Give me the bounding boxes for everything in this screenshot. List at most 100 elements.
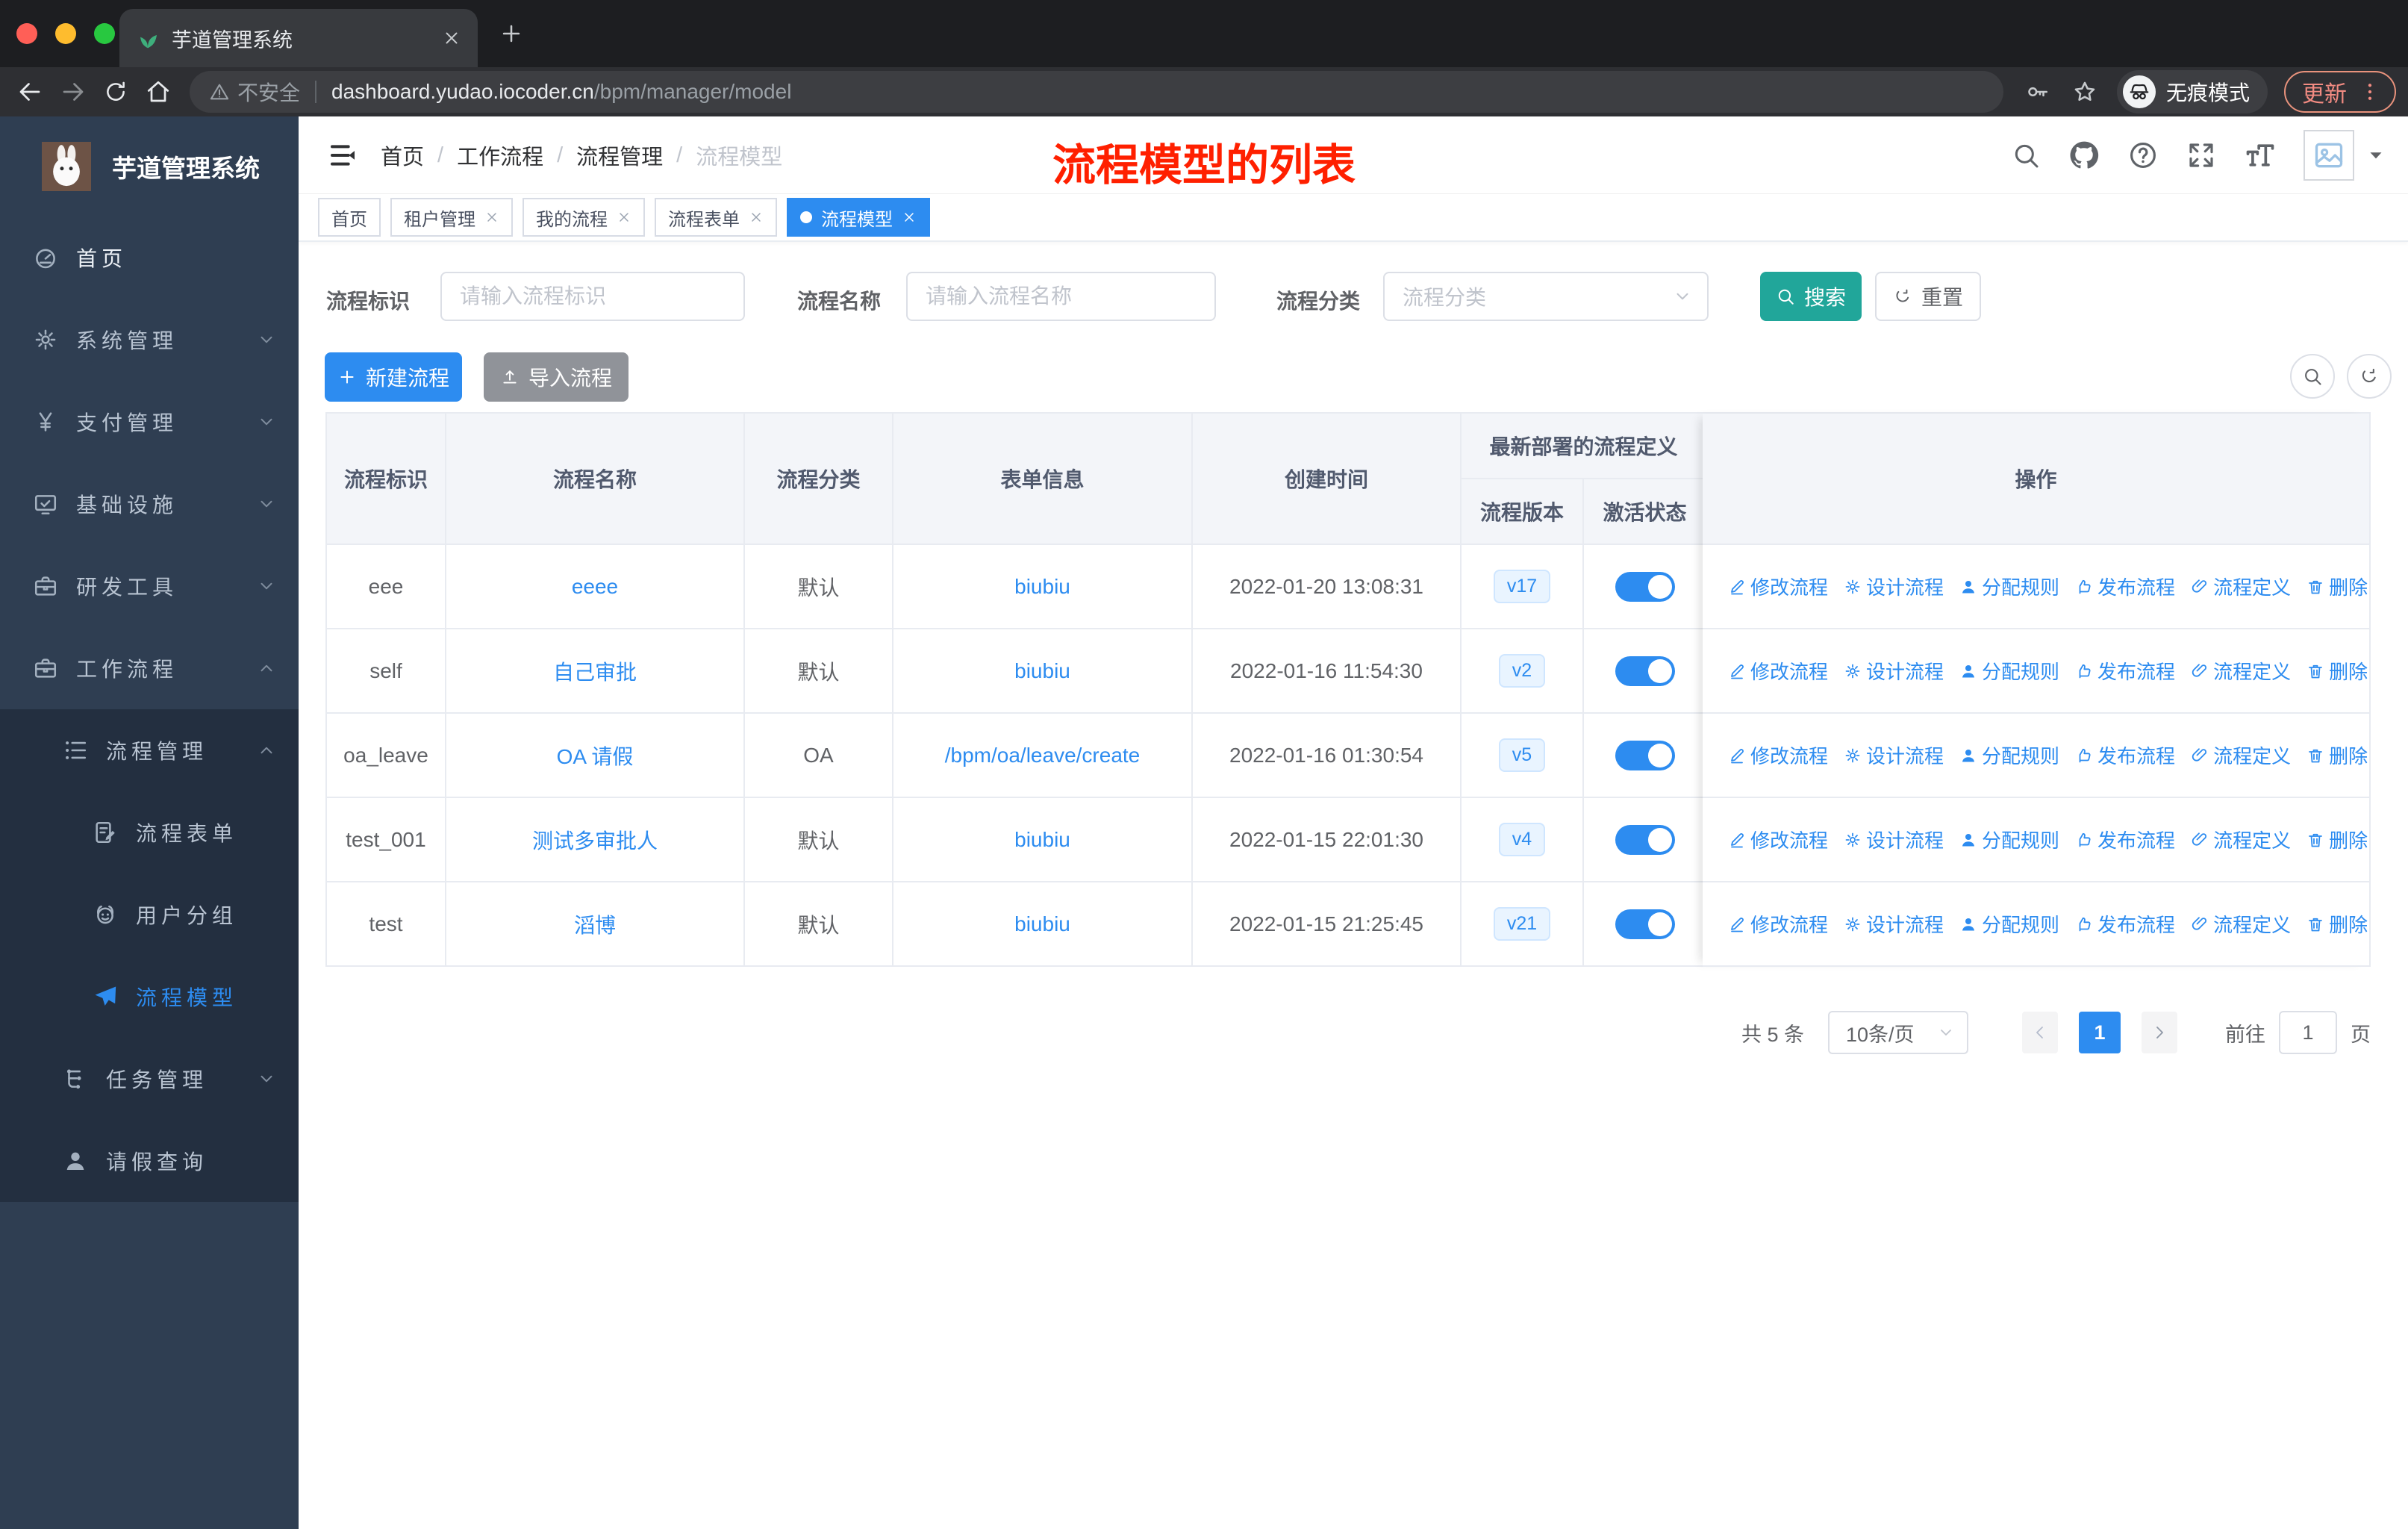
font-size-icon[interactable]	[2244, 139, 2277, 172]
sidebar-item-infra[interactable]: 基础设施	[0, 463, 299, 545]
cell-name-link[interactable]: OA 请假	[557, 741, 634, 770]
maximize-window-button[interactable]	[94, 23, 115, 44]
import-process-button[interactable]: 导入流程	[484, 352, 628, 402]
sidebar-item-system[interactable]: 系统管理	[0, 299, 299, 381]
key-icon[interactable]	[2024, 79, 2050, 105]
op-process-definition[interactable]: 流程定义	[2191, 826, 2291, 853]
bookmark-star-icon[interactable]	[2072, 79, 2097, 105]
tag-tenant[interactable]: 租户管理	[390, 198, 513, 237]
version-tag[interactable]: v5	[1498, 738, 1546, 772]
sidebar-item-user-group[interactable]: 用户分组	[0, 874, 299, 956]
search-icon[interactable]	[2011, 140, 2041, 170]
fullscreen-icon[interactable]	[2186, 140, 2217, 171]
op-delete[interactable]: 删除	[2306, 657, 2368, 685]
active-toggle[interactable]	[1615, 571, 1675, 602]
sidebar-item-task-mgmt[interactable]: 任务管理	[0, 1038, 299, 1120]
op-delete[interactable]: 删除	[2306, 573, 2368, 600]
minimize-window-button[interactable]	[55, 23, 76, 44]
cell-form-link[interactable]: /bpm/oa/leave/create	[945, 744, 1141, 767]
tag-my-process[interactable]: 我的流程	[523, 198, 645, 237]
op-publish-process[interactable]: 发布流程	[2075, 826, 2175, 853]
show-search-toggle-button[interactable]	[2290, 354, 2335, 399]
new-tab-button[interactable]	[499, 21, 524, 46]
op-edit-process[interactable]: 修改流程	[1728, 657, 1828, 685]
tag-close-icon[interactable]	[484, 210, 499, 225]
page-number-1[interactable]: 1	[2079, 1012, 2121, 1053]
sidebar-item-workflow[interactable]: 工作流程	[0, 627, 299, 709]
version-tag[interactable]: v17	[1493, 570, 1551, 603]
filter-name-input[interactable]	[906, 272, 1216, 321]
reset-button[interactable]: 重置	[1875, 272, 1981, 321]
active-toggle[interactable]	[1615, 740, 1675, 770]
breadcrumb-workflow[interactable]: 工作流程	[457, 140, 543, 171]
cell-form-link[interactable]: biubiu	[1014, 912, 1070, 936]
version-tag[interactable]: v2	[1498, 654, 1546, 688]
op-process-definition[interactable]: 流程定义	[2191, 910, 2291, 938]
op-edit-process[interactable]: 修改流程	[1728, 826, 1828, 853]
sidebar-logo[interactable]: 芋道管理系统	[0, 116, 299, 217]
active-toggle[interactable]	[1615, 824, 1675, 855]
breadcrumb-process-mgmt[interactable]: 流程管理	[576, 140, 663, 171]
sidebar-item-process-mgmt[interactable]: 流程管理	[0, 709, 299, 791]
tag-close-icon[interactable]	[749, 210, 764, 225]
filter-category-select[interactable]: 流程分类	[1383, 272, 1709, 321]
cell-form-link[interactable]: biubiu	[1014, 828, 1070, 852]
search-button[interactable]: 搜索	[1760, 272, 1862, 321]
op-design-process[interactable]: 设计流程	[1844, 826, 1944, 853]
avatar[interactable]	[2303, 130, 2354, 181]
op-assign-rule[interactable]: 分配规则	[1959, 910, 2059, 938]
op-assign-rule[interactable]: 分配规则	[1959, 741, 2059, 769]
tab-close-icon[interactable]	[442, 28, 461, 48]
op-assign-rule[interactable]: 分配规则	[1959, 826, 2059, 853]
op-assign-rule[interactable]: 分配规则	[1959, 573, 2059, 600]
tag-process-model[interactable]: 流程模型	[787, 198, 930, 237]
update-chip[interactable]: 更新	[2284, 71, 2396, 113]
version-tag[interactable]: v4	[1498, 823, 1546, 856]
op-publish-process[interactable]: 发布流程	[2075, 657, 2175, 685]
close-window-button[interactable]	[16, 23, 37, 44]
cell-name-link[interactable]: 滔博	[574, 909, 616, 939]
prev-page-button[interactable]	[2022, 1012, 2058, 1053]
home-icon[interactable]	[145, 78, 172, 105]
page-size-select[interactable]: 10条/页	[1828, 1011, 1968, 1054]
sidebar-item-process-model[interactable]: 流程模型	[0, 956, 299, 1038]
op-delete[interactable]: 删除	[2306, 910, 2368, 938]
next-page-button[interactable]	[2142, 1012, 2177, 1053]
cell-form-link[interactable]: biubiu	[1014, 659, 1070, 683]
op-delete[interactable]: 删除	[2306, 826, 2368, 853]
op-edit-process[interactable]: 修改流程	[1728, 910, 1828, 938]
filter-id-input[interactable]	[440, 272, 745, 321]
create-process-button[interactable]: 新建流程	[325, 352, 462, 402]
tag-close-icon[interactable]	[902, 210, 917, 225]
sidebar-item-payment[interactable]: 支付管理	[0, 381, 299, 463]
github-icon[interactable]	[2068, 139, 2100, 172]
browser-tab[interactable]: 芋道管理系统	[119, 9, 478, 67]
op-process-definition[interactable]: 流程定义	[2191, 657, 2291, 685]
op-design-process[interactable]: 设计流程	[1844, 910, 1944, 938]
sidebar-item-leave-query[interactable]: 请假查询	[0, 1120, 299, 1202]
breadcrumb-home[interactable]: 首页	[381, 140, 424, 171]
op-process-definition[interactable]: 流程定义	[2191, 573, 2291, 600]
op-design-process[interactable]: 设计流程	[1844, 573, 1944, 600]
cell-name-link[interactable]: 自己审批	[553, 656, 637, 686]
help-icon[interactable]	[2127, 140, 2159, 171]
op-publish-process[interactable]: 发布流程	[2075, 573, 2175, 600]
tag-close-icon[interactable]	[617, 210, 631, 225]
tag-home[interactable]: 首页	[318, 198, 381, 237]
sidebar-item-devtools[interactable]: 研发工具	[0, 545, 299, 627]
address-bar[interactable]: 不安全 dashboard.yudao.iocoder.cn/bpm/manag…	[190, 71, 2003, 113]
op-process-definition[interactable]: 流程定义	[2191, 741, 2291, 769]
reload-icon[interactable]	[103, 79, 128, 105]
security-indicator[interactable]: 不安全	[209, 77, 300, 107]
cell-name-link[interactable]: 测试多审批人	[532, 825, 658, 855]
sidebar-item-home[interactable]: 首页	[0, 217, 299, 299]
sidebar-collapse-icon[interactable]	[328, 140, 358, 170]
back-icon[interactable]	[16, 78, 43, 105]
op-edit-process[interactable]: 修改流程	[1728, 573, 1828, 600]
refresh-table-button[interactable]	[2347, 354, 2392, 399]
active-toggle[interactable]	[1615, 655, 1675, 686]
active-toggle[interactable]	[1615, 909, 1675, 939]
op-publish-process[interactable]: 发布流程	[2075, 910, 2175, 938]
forward-icon[interactable]	[60, 78, 87, 105]
sidebar-item-process-form[interactable]: 流程表单	[0, 791, 299, 874]
